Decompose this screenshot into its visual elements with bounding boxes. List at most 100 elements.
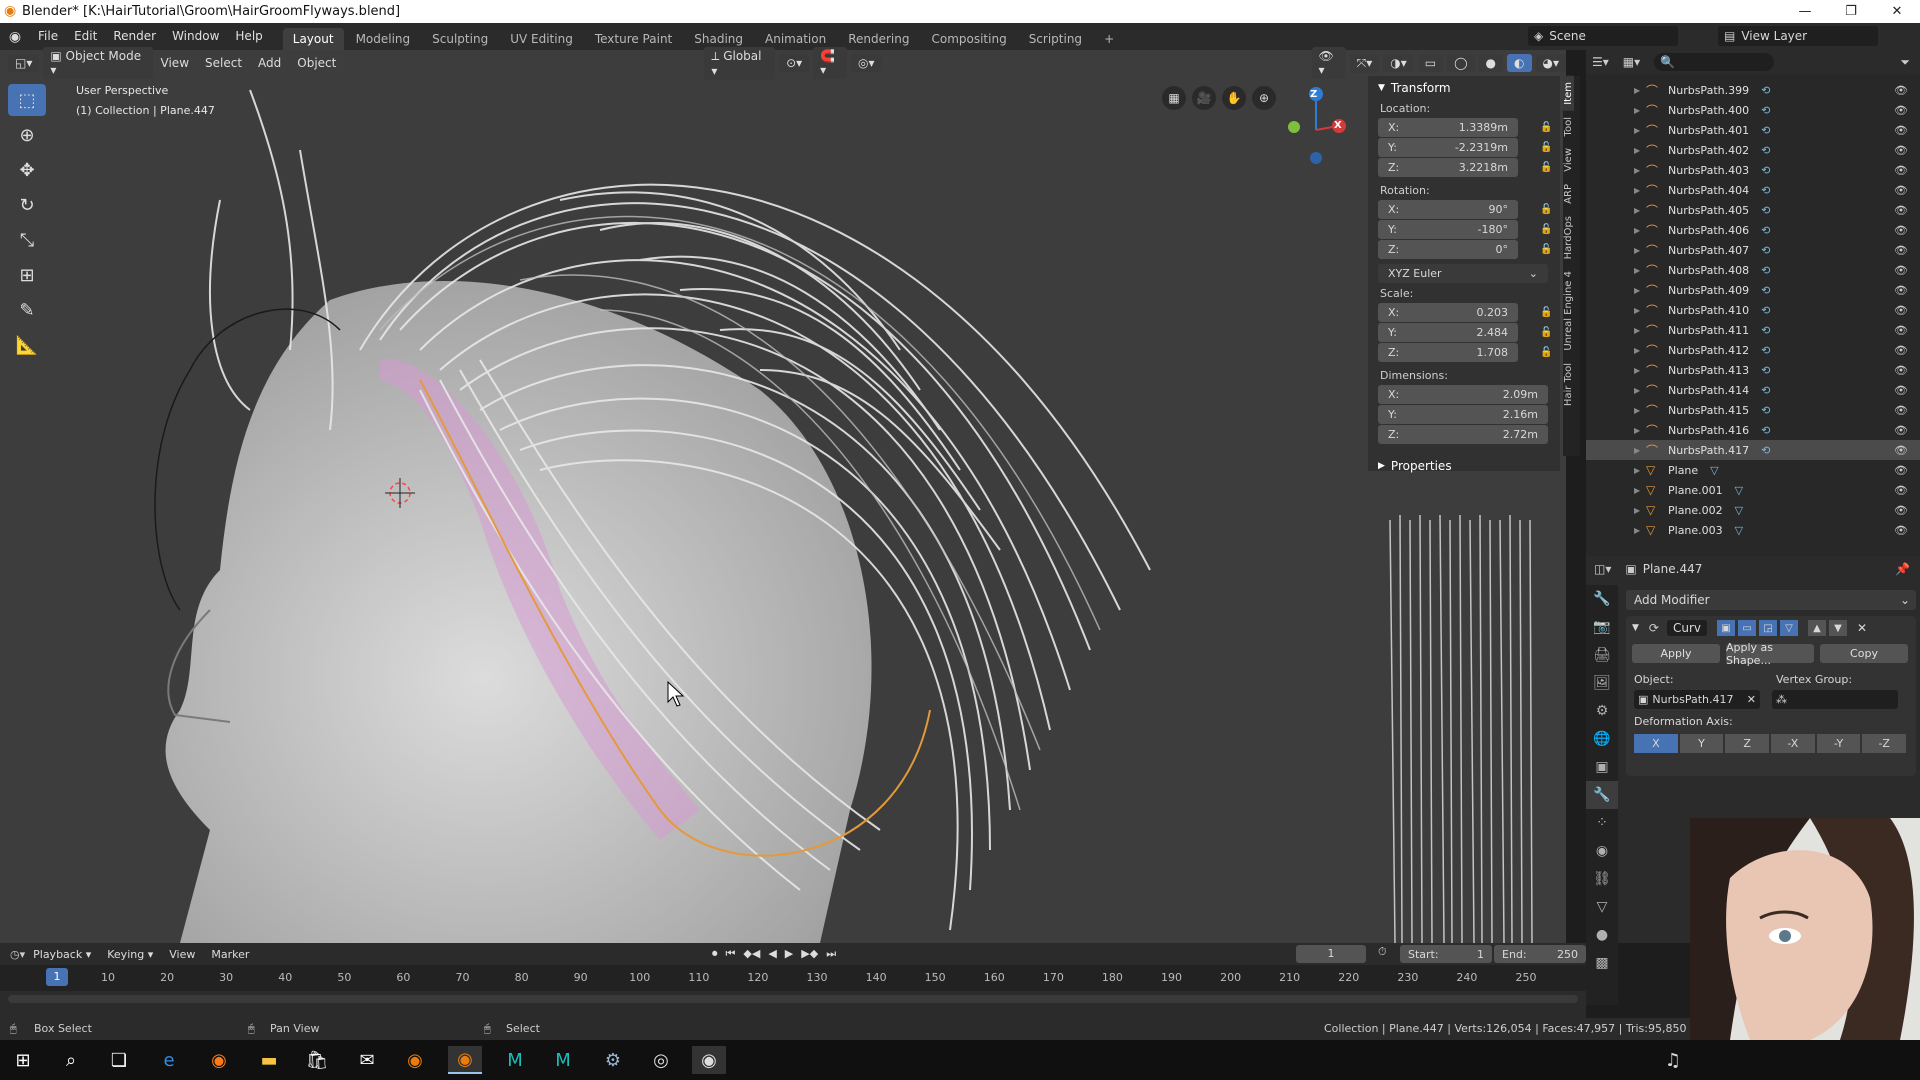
outliner-item[interactable]: ▶ ⌒ NurbsPath.399 ⟲ 👁	[1586, 80, 1920, 100]
expand-triangle-icon[interactable]: ▶	[1634, 286, 1646, 295]
axis-z-button[interactable]: Z	[1725, 734, 1770, 753]
outliner-item[interactable]: ▶ ⌒ NurbsPath.415 ⟲ 👁	[1586, 400, 1920, 420]
properties-panel-header[interactable]: ▶ Properties	[1368, 454, 1560, 478]
xray-icon[interactable]: ▭	[1417, 54, 1444, 72]
tab-unreal-engine-4[interactable]: Unreal Engine 4	[1563, 265, 1574, 357]
camera-view-icon[interactable]: 🎥	[1192, 86, 1216, 110]
lock-icon[interactable]: 🔓	[1540, 122, 1554, 134]
show-in-viewport-icon[interactable]: ▭	[1738, 620, 1757, 636]
lock-icon[interactable]: 🔓	[1540, 162, 1554, 174]
expand-triangle-icon[interactable]: ▶	[1634, 466, 1646, 475]
transform-panel-header[interactable]: ▼ Transform	[1368, 76, 1560, 100]
blender-active-taskbar-icon[interactable]: ◉	[448, 1046, 482, 1074]
expand-triangle-icon[interactable]: ▶	[1634, 206, 1646, 215]
mail-icon[interactable]: ✉	[350, 1046, 384, 1074]
outliner-item[interactable]: ▶ ⌒ NurbsPath.416 ⟲ 👁	[1586, 420, 1920, 440]
scale-x-field[interactable]: X: 0.203	[1378, 303, 1518, 322]
editor-type-icon[interactable]: ◱▾	[8, 54, 40, 72]
maya-icon[interactable]: M	[498, 1046, 532, 1074]
visibility-eye-icon[interactable]: 👁	[1894, 84, 1908, 97]
pan-hand-icon[interactable]: ✋	[1222, 86, 1246, 110]
curve-data-icon[interactable]: ⟲	[1761, 84, 1770, 97]
material-icon[interactable]: ●	[1586, 921, 1618, 949]
transform-tool-icon[interactable]: ⊞	[8, 259, 46, 291]
expand-triangle-icon[interactable]: ▶	[1634, 266, 1646, 275]
visibility-eye-icon[interactable]: 👁	[1894, 244, 1908, 257]
outliner-item[interactable]: ▶ ⌒ NurbsPath.401 ⟲ 👁	[1586, 120, 1920, 140]
axis-neg-z-button[interactable]: -Z	[1862, 734, 1907, 753]
outliner-item[interactable]: ▶ ⌒ NurbsPath.404 ⟲ 👁	[1586, 180, 1920, 200]
jump-start-icon[interactable]: ⏮	[726, 947, 736, 961]
visibility-eye-icon[interactable]: 👁	[1894, 184, 1908, 197]
expand-triangle-icon[interactable]: ▶	[1634, 326, 1646, 335]
end-frame-field[interactable]: End: 250	[1494, 945, 1586, 963]
timeline-ruler[interactable]: 1 10 20 30 40 50 60 70 80 90 100 110 120 130 140 150 16…	[0, 965, 1586, 991]
viewport-menu-add[interactable]: Add	[250, 56, 289, 70]
outliner-item[interactable]: ▶ ⌒ NurbsPath.406 ⟲ 👁	[1586, 220, 1920, 240]
visibility-eye-icon[interactable]: 👁	[1894, 324, 1908, 337]
curve-data-icon[interactable]: ⟲	[1761, 324, 1770, 337]
curve-data-icon[interactable]: ⟲	[1761, 164, 1770, 177]
lock-icon[interactable]: 🔓	[1540, 244, 1554, 256]
tab-arp[interactable]: ARP	[1563, 178, 1574, 210]
tab-scripting[interactable]: Scripting	[1019, 28, 1092, 50]
firefox-icon[interactable]: ◉	[202, 1046, 236, 1074]
visibility-eye-icon[interactable]: 👁	[1894, 404, 1908, 417]
expand-triangle-icon[interactable]: ▶	[1634, 426, 1646, 435]
outliner-item[interactable]: ▶ ⌒ NurbsPath.413 ⟲ 👁	[1586, 360, 1920, 380]
outliner-item[interactable]: ▶ ▽ Plane.002 ▽ 👁	[1586, 500, 1920, 520]
tab-sculpting[interactable]: Sculpting	[422, 28, 498, 50]
menu-edit[interactable]: Edit	[66, 23, 105, 50]
timeline-menu-playback[interactable]: Playback ▾	[25, 948, 99, 961]
render-settings-icon[interactable]: 📷	[1586, 613, 1618, 641]
gizmo-toggle-icon[interactable]: ⤧▾	[1349, 53, 1380, 73]
lock-icon[interactable]: 🔓	[1540, 224, 1554, 236]
expand-triangle-icon[interactable]: ▶	[1634, 246, 1646, 255]
move-down-icon[interactable]: ▼	[1829, 620, 1848, 636]
output-settings-icon[interactable]: 🖨	[1586, 641, 1618, 669]
remove-modifier-icon[interactable]: ✕	[1857, 621, 1867, 635]
menu-help[interactable]: Help	[227, 23, 270, 50]
annotate-tool-icon[interactable]: ✎	[8, 294, 46, 326]
tab-hair-tool[interactable]: Hair Tool	[1563, 357, 1574, 412]
visibility-eye-icon[interactable]: 👁	[1894, 384, 1908, 397]
visibility-eye-icon[interactable]: 👁	[1894, 144, 1908, 157]
show-in-editmode-icon[interactable]: ▣	[1717, 620, 1736, 636]
tab-tool[interactable]: Tool	[1563, 111, 1574, 142]
apply-as-shape-button[interactable]: Apply as Shape...	[1726, 641, 1814, 667]
visibility-eye-icon[interactable]: 👁	[1894, 524, 1908, 537]
world-settings-icon[interactable]: 🌐	[1586, 725, 1618, 753]
visibility-eye-icon[interactable]: 👁	[1894, 224, 1908, 237]
curve-data-icon[interactable]: ⟲	[1761, 224, 1770, 237]
expand-triangle-icon[interactable]: ▶	[1634, 166, 1646, 175]
visibility-eye-icon[interactable]: 👁	[1894, 164, 1908, 177]
curve-data-icon[interactable]: ⟲	[1761, 444, 1770, 457]
close-button[interactable]: ✕	[1874, 0, 1920, 23]
mesh-data-icon[interactable]: ▽	[1735, 524, 1743, 537]
mesh-data-icon[interactable]: ▽	[1710, 464, 1718, 477]
expand-triangle-icon[interactable]: ▶	[1634, 446, 1646, 455]
tool-settings-icon[interactable]: 🔧	[1586, 585, 1618, 613]
add-modifier-dropdown[interactable]: Add Modifier ⌄	[1626, 590, 1916, 610]
viewport-menu-object[interactable]: Object	[289, 56, 344, 70]
object-mode-dropdown[interactable]: ▣ Object Mode ▾	[43, 47, 153, 79]
expand-triangle-icon[interactable]: ▶	[1634, 386, 1646, 395]
dimensions-y-field[interactable]: Y: 2.16m	[1378, 405, 1548, 424]
lock-icon[interactable]: 🔓	[1540, 204, 1554, 216]
orientation-dropdown[interactable]: ⟂ Global ▾	[704, 46, 776, 80]
curve-data-icon[interactable]: ⟲	[1761, 304, 1770, 317]
timeline-scrollbar[interactable]	[8, 995, 1578, 1003]
timeline-menu-view[interactable]: View	[161, 948, 203, 961]
overlay-toggle-icon[interactable]: ◑▾	[1383, 54, 1414, 72]
visibility-eye-icon[interactable]: 👁	[1894, 304, 1908, 317]
outliner-item[interactable]: ▶ ⌒ NurbsPath.411 ⟲ 👁	[1586, 320, 1920, 340]
visibility-icon[interactable]: 👁▾	[1311, 47, 1346, 79]
minimize-button[interactable]: —	[1782, 0, 1828, 23]
shading-material-icon[interactable]: ◐	[1507, 54, 1532, 72]
scene-settings-icon[interactable]: ⚙	[1586, 697, 1618, 725]
jump-end-icon[interactable]: ⏭	[826, 947, 836, 961]
outliner-item[interactable]: ▶ ⌒ NurbsPath.402 ⟲ 👁	[1586, 140, 1920, 160]
outliner-item[interactable]: ▶ ⌒ NurbsPath.403 ⟲ 👁	[1586, 160, 1920, 180]
next-keyframe-icon[interactable]: ▶◆	[801, 947, 818, 961]
dimensions-z-field[interactable]: Z: 2.72m	[1378, 425, 1548, 444]
